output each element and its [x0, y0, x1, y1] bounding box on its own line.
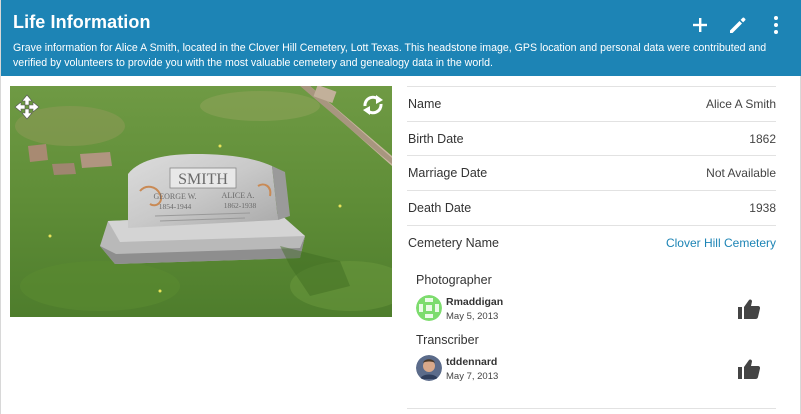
photographer-section: Photographer Rmaddigan May 5, 2013	[416, 273, 776, 327]
avatar-photo-icon	[416, 355, 442, 381]
detail-row-cemetery-name: Cemetery Name Clover Hill Cemetery	[407, 224, 776, 260]
more-options-button[interactable]	[764, 13, 788, 37]
detail-row-birth-date: Birth Date 1862	[407, 120, 776, 156]
detail-label: Death Date	[408, 200, 472, 215]
detail-label: Birth Date	[408, 131, 464, 146]
photographer-title: Photographer	[416, 273, 492, 287]
detail-value: Alice A Smith	[705, 96, 776, 111]
more-vertical-icon	[774, 16, 778, 34]
headstone-surname: SMITH	[178, 171, 228, 188]
photographer-date: May 5, 2013	[446, 311, 499, 322]
detail-label: Cemetery Name	[408, 235, 499, 250]
photographer-name[interactable]: Rmaddigan	[446, 296, 503, 308]
headstone-photo[interactable]: SMITH GEORGE W. 1854-1944 ALICE A. 1862-…	[10, 86, 392, 317]
transcriber-name[interactable]: tddennard	[446, 356, 497, 368]
detail-value: 1938	[749, 200, 776, 215]
header-actions	[688, 13, 788, 37]
thank-photographer-button[interactable]	[737, 298, 761, 320]
life-information-card: Life Information Grave information for A…	[0, 0, 801, 414]
headstone-left-years: 1854-1944	[159, 202, 192, 211]
detail-label: Marriage Date	[408, 166, 488, 181]
photographer-avatar[interactable]	[416, 295, 442, 321]
thumbs-up-icon	[738, 359, 761, 379]
card-description: Grave information for Alice A Smith, loc…	[13, 42, 767, 69]
detail-row-name: Name Alice A Smith	[407, 86, 776, 121]
rotate-photo-button[interactable]	[360, 92, 386, 118]
add-button[interactable]	[688, 13, 712, 37]
detail-row-death-date: Death Date 1938	[407, 190, 776, 225]
card-title: Life Information	[13, 12, 151, 32]
move-photo-button[interactable]	[14, 94, 40, 120]
headstone-image: SMITH GEORGE W. 1854-1944 ALICE A. 1862-…	[10, 86, 392, 317]
cemetery-link[interactable]: Clover Hill Cemetery	[666, 236, 776, 250]
detail-row-marriage-date: Marriage Date Not Available	[407, 155, 776, 190]
headstone-left-name: GEORGE W.	[153, 192, 196, 201]
plus-icon	[693, 18, 707, 32]
detail-value: 1862	[749, 131, 776, 146]
life-details-list: Name Alice A Smith Birth Date 1862 Marri…	[407, 86, 776, 259]
rotate-icon	[363, 95, 383, 115]
avatar-pattern-icon	[416, 295, 442, 321]
transcriber-entry: tddennard May 7, 2013	[416, 353, 776, 387]
move-arrows-icon	[14, 94, 40, 120]
detail-label: Name	[408, 96, 442, 111]
transcriber-date: May 7, 2013	[446, 371, 499, 382]
transcriber-section: Transcriber tddennard May 7, 2013	[416, 333, 776, 387]
section-divider	[407, 408, 776, 409]
photographer-entry: Rmaddigan May 5, 2013	[416, 293, 776, 327]
transcriber-avatar[interactable]	[416, 355, 442, 381]
card-header: Life Information Grave information for A…	[1, 0, 801, 76]
transcriber-title: Transcriber	[416, 333, 479, 347]
detail-value: Not Available	[706, 166, 776, 181]
headstone-right-years: 1862-1938	[224, 201, 257, 210]
thumbs-up-icon	[738, 299, 761, 319]
headstone-right-name: ALICE A.	[222, 191, 255, 200]
pencil-icon	[730, 17, 746, 33]
edit-button[interactable]	[726, 13, 750, 37]
thank-transcriber-button[interactable]	[737, 358, 761, 380]
